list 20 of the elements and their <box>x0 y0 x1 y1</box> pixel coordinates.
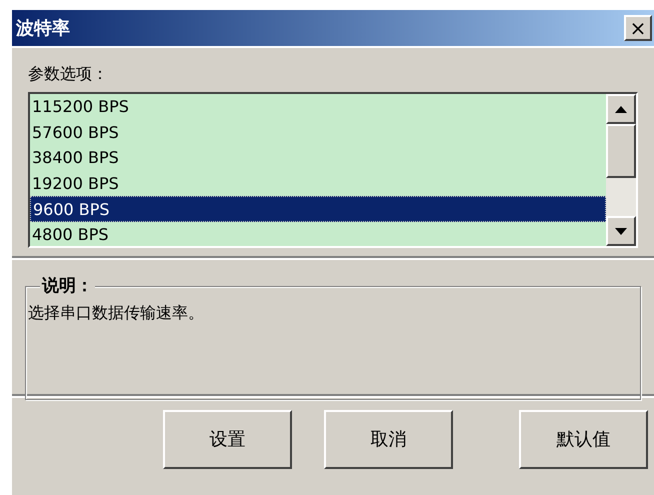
dialog-button[interactable]: 取消 <box>324 410 453 469</box>
list-item[interactable]: 19200 BPS <box>30 170 606 196</box>
scrollbar[interactable] <box>606 94 636 246</box>
dialog-button[interactable]: 默认值 <box>519 410 648 469</box>
list-item[interactable]: 4800 BPS <box>30 222 606 246</box>
description-title: 说明： <box>40 275 95 297</box>
list-item[interactable]: 9600 BPS <box>30 196 606 222</box>
list-item[interactable]: 115200 BPS <box>30 94 606 120</box>
list-item[interactable]: 38400 BPS <box>30 145 606 170</box>
close-button[interactable]: × <box>624 15 652 41</box>
up-arrow-icon <box>615 106 627 112</box>
scroll-thumb[interactable] <box>606 124 636 178</box>
scroll-up-button[interactable] <box>606 94 636 124</box>
options-label: 参数选项： <box>28 63 109 85</box>
down-arrow-icon <box>615 228 627 234</box>
window-title: 波特率 <box>16 16 70 40</box>
scroll-down-button[interactable] <box>606 216 636 246</box>
description-text: 选择串口数据传输速率。 <box>28 302 205 324</box>
list-item[interactable]: 57600 BPS <box>30 120 606 145</box>
dialog-button[interactable]: 设置 <box>163 410 292 469</box>
